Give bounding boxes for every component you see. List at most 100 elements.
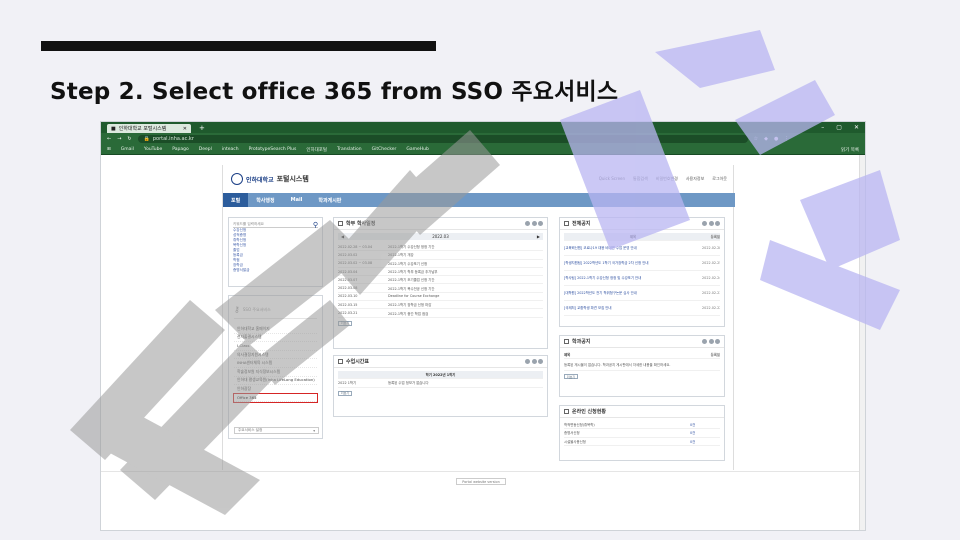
top-link[interactable]: 로그아웃 <box>712 176 727 182</box>
empty-message: 등록된 게시물이 없습니다. 학과공지 게시판에서 자세한 내용을 확인하세요. <box>564 363 671 368</box>
panel-title: 수업시간표 <box>334 356 547 368</box>
nav-item-portal[interactable]: 포털 <box>223 193 249 207</box>
footer-version-button[interactable]: Portal website version <box>456 478 506 485</box>
schedule-title: 학부 학사일정 <box>346 221 376 227</box>
top-link[interactable]: 통합검색 <box>633 176 648 182</box>
notice-row[interactable]: [학사팀] 2022-1학기 수강신청 정정 및 수강포기 안내 2022.02.… <box>564 271 720 287</box>
close-icon[interactable] <box>538 221 543 226</box>
address-bar[interactable]: 🔒 portal.inha.ac.kr <box>137 135 748 143</box>
sso-service-office365[interactable]: Office 365 <box>233 392 318 404</box>
notices-title: 전체공지 <box>572 221 591 227</box>
nav-item-mail[interactable]: Mail <box>283 193 311 207</box>
settings-icon[interactable] <box>708 339 714 344</box>
schedule-row[interactable]: 2022.03.10 Deadline for Course Exchange <box>338 293 543 302</box>
schedule-row[interactable]: 2022.03.08 2022-1학기 복수전공 신청 기간 <box>338 284 543 293</box>
page-scrollbar[interactable] <box>859 155 865 530</box>
top-link[interactable]: Quick Screen <box>599 176 625 182</box>
status-row[interactable]: 증명서신청 0건 <box>564 429 720 438</box>
profile-icon[interactable]: ● <box>774 136 778 142</box>
schedule-row[interactable]: 2022.02.28 ~ 03.04 2022-1학기 수강신청 정정 기간 <box>338 243 543 252</box>
forward-icon[interactable]: → <box>117 136 121 142</box>
next-month-button[interactable]: ▶ <box>537 234 540 239</box>
refresh-icon[interactable] <box>525 359 530 364</box>
back-icon[interactable]: ← <box>107 136 111 142</box>
bookmark-item[interactable]: 인하대포털 <box>306 147 327 153</box>
refresh-icon[interactable] <box>525 221 530 226</box>
notice-row[interactable]: [국제처] 교환학생 파견 모집 안내 2022.02.22 <box>564 301 720 317</box>
bookmarks-bar: ⊞ Gmail YouTube Papago Deepl inteach Pro… <box>101 145 865 155</box>
bookmark-item[interactable]: PrototypeSearch Plus <box>249 147 297 152</box>
prev-month-button[interactable]: ◀ <box>341 234 344 239</box>
new-tab-button[interactable]: + <box>199 124 205 132</box>
schedule-row[interactable]: 2022.03.02 2022-1학기 개강 <box>338 251 543 260</box>
close-window-button[interactable]: ✕ <box>854 124 859 131</box>
dept-notices-panel: 학과공지 제목 등록일 등록된 게시물이 없습니다. 학과공지 게시판에서 자세한… <box>559 335 725 397</box>
schedule-row[interactable]: 2022.03.15 2022-1학기 장학금 신청 마감 <box>338 301 543 310</box>
close-icon[interactable] <box>538 359 543 364</box>
panel-icon <box>338 359 343 364</box>
sso-service-item[interactable]: 인하대 평생교육원(Inha LifeLong Education) <box>234 377 317 386</box>
sso-service-item[interactable]: 인하대학교 홈페이지 <box>234 325 317 334</box>
sso-service-item[interactable]: I-Class <box>234 342 317 351</box>
search-icon[interactable]: ⚲ <box>313 221 318 229</box>
dept-notices-header: 제목 등록일 <box>564 351 720 360</box>
close-icon[interactable] <box>715 221 720 226</box>
notice-date: 2022.02.25 <box>702 261 720 266</box>
maximize-button[interactable]: ▢ <box>836 124 842 131</box>
star-icon[interactable]: ☆ <box>754 136 758 142</box>
sso-service-item[interactable]: 전자출결시스템 <box>234 334 317 343</box>
close-icon[interactable] <box>715 339 720 344</box>
dept-notices-title: 학과공지 <box>572 339 591 345</box>
keyword-link[interactable]: 증명서발급 <box>233 268 318 273</box>
bookmark-item[interactable]: inteach <box>222 147 239 152</box>
schedule-row[interactable]: 2022.03.07 2022-1학기 조기졸업 신청 기간 <box>338 276 543 285</box>
sso-service-item[interactable]: 학술정보원 지식정보시스템 <box>234 368 317 377</box>
nav-item-academic[interactable]: 학사행정 <box>248 193 282 207</box>
nav-item-dept-board[interactable]: 학과게시판 <box>310 193 349 207</box>
timetable-header: 학기 2022년 1학기 <box>338 371 543 380</box>
bookmark-item[interactable]: GitChecker <box>372 147 397 152</box>
settings-icon[interactable] <box>531 359 537 364</box>
extension-icon[interactable]: ◆ <box>764 136 768 142</box>
timetable-more-button[interactable]: 더보기 <box>338 390 352 396</box>
bookmark-item[interactable]: Gmail <box>121 147 134 152</box>
menu-icon[interactable]: ⋮ <box>784 136 789 142</box>
bookmark-item[interactable]: YouTube <box>144 147 162 152</box>
reading-list-button[interactable]: 읽기 목록 <box>841 147 859 153</box>
minimize-button[interactable]: – <box>821 124 824 131</box>
top-link[interactable]: 사용자정보 <box>686 176 704 182</box>
schedule-event: 2022-1학기 수강신청 정정 기간 <box>388 245 435 250</box>
notice-row[interactable]: [학생지원팀] 2022학년도 1학기 국가장학금 2차 신청 안내 2022.0… <box>564 256 720 272</box>
schedule-row[interactable]: 2022.03.21 2022-1학기 중간 학업 점검 <box>338 309 543 318</box>
schedule-more-button[interactable]: 더보기 <box>338 320 352 326</box>
status-row[interactable]: 시설물사용신청 0건 <box>564 438 720 446</box>
refresh-icon[interactable] <box>702 339 707 344</box>
notice-date: 2022.02.28 <box>702 246 720 251</box>
notice-row[interactable]: [교육혁신원] 코로나19 대응 비대면 수업 운영 안내 2022.02.28 <box>564 241 720 257</box>
refresh-icon[interactable] <box>702 221 707 226</box>
schedule-event: 2022-1학기 조기졸업 신청 기간 <box>388 278 435 283</box>
bookmark-item[interactable]: GameHub <box>406 147 429 152</box>
month-navigator: ◀ 2022.03 ▶ <box>338 233 543 240</box>
schedule-row[interactable]: 2022.03.04 2022-1학기 학부 등록금 추가납부 <box>338 268 543 277</box>
status-row[interactable]: 학적변동신청(휴복학) 0건 <box>564 421 720 430</box>
top-link[interactable]: 비밀번호변경 <box>656 176 678 182</box>
sso-settings-select[interactable]: 주요서비스 설정 ▾ <box>234 427 319 434</box>
portal-logo[interactable]: 인하대학교 포털시스템 <box>231 173 309 185</box>
dept-notices-more-button[interactable]: 더보기 <box>564 374 578 380</box>
notice-row[interactable]: [대학원] 2022학년도 전기 학위청구논문 심사 안내 2022.02.23 <box>564 286 720 302</box>
sso-service-item[interactable]: 의사결정지원시스템 <box>234 351 317 360</box>
sso-service-item[interactable]: 인하광장 <box>234 385 317 394</box>
slide-top-bar <box>41 41 436 51</box>
reload-icon[interactable]: ↻ <box>127 136 131 142</box>
settings-icon[interactable] <box>531 221 537 226</box>
browser-tab[interactable]: ■ 인하대학교 포털시스템 ✕ <box>107 124 191 133</box>
bookmark-item[interactable]: Translation <box>337 147 362 152</box>
bookmark-item[interactable]: Deepl <box>199 147 212 152</box>
schedule-row[interactable]: 2022.03.02 ~ 03.08 2022-1학기 수강포기 신청 <box>338 260 543 268</box>
tab-close-icon[interactable]: ✕ <box>183 126 187 132</box>
bookmark-item[interactable]: Papago <box>172 147 189 152</box>
sso-service-item[interactable]: INHA센터체육 시스템 <box>234 359 317 368</box>
apps-icon[interactable]: ⊞ <box>107 147 111 152</box>
settings-icon[interactable] <box>708 221 714 226</box>
